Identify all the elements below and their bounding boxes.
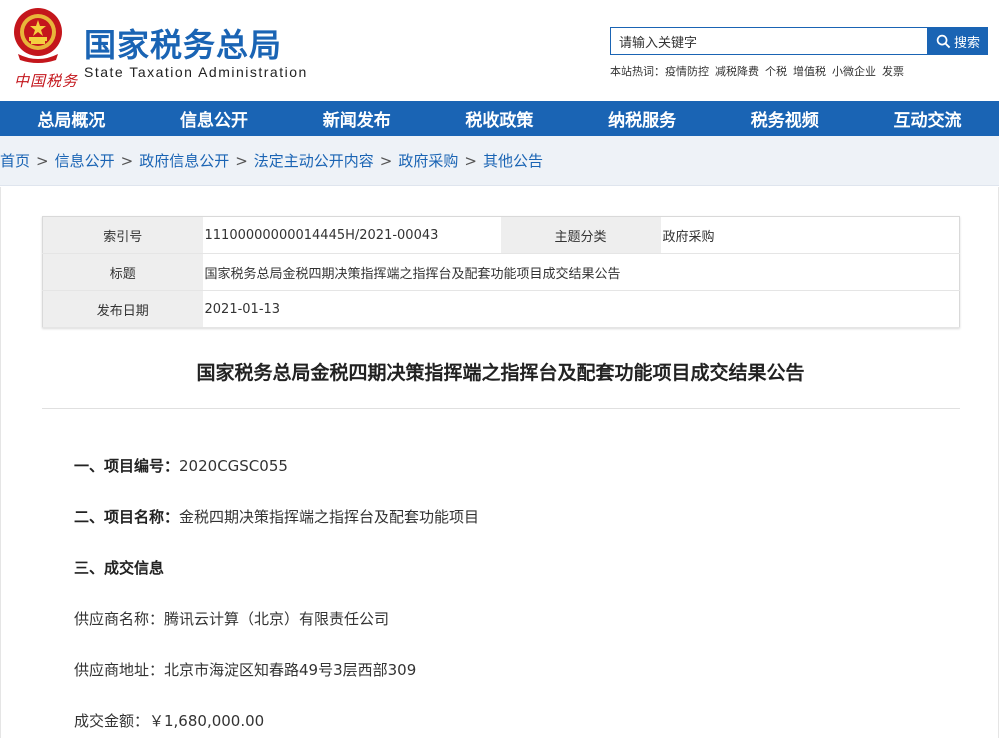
nav-item-taxpayer-service[interactable]: 纳税服务: [571, 101, 714, 136]
deal-info-heading: 三、成交信息: [74, 557, 164, 578]
meta-row: 索引号 11100000000014445H/2021-00043 主题分类 政…: [42, 216, 960, 254]
hot-words: 本站热词： 疫情防控 减税降费 个税 增值税 小微企业 发票: [610, 63, 904, 79]
nav-item-overview[interactable]: 总局概况: [0, 101, 143, 136]
supplier-address: 供应商地址：北京市海淀区知春路49号3层西部309: [74, 661, 417, 679]
meta-row: 发布日期 2021-01-13: [42, 290, 960, 328]
hot-word[interactable]: 疫情防控: [665, 63, 709, 79]
article-title: 国家税务总局金税四期决策指挥端之指挥台及配套功能项目成交结果公告: [196, 362, 805, 384]
site-header: 中国税务 国家税务总局 State Taxation Administratio…: [0, 0, 999, 101]
breadcrumb-separator: >: [36, 151, 49, 170]
project-name: 二、项目名称：金税四期决策指挥端之指挥台及配套功能项目: [74, 506, 479, 527]
breadcrumb: 首页 > 信息公开 > 政府信息公开 > 法定主动公开内容 > 政府采购 > 其…: [0, 136, 999, 186]
hot-word[interactable]: 个税: [765, 63, 787, 79]
hot-word[interactable]: 发票: [882, 63, 904, 79]
breadcrumb-separator: >: [120, 151, 134, 170]
hot-word[interactable]: 小微企业: [832, 63, 876, 79]
nav-item-news[interactable]: 新闻发布: [285, 101, 428, 136]
search-button[interactable]: 搜索: [928, 27, 988, 55]
search-input[interactable]: [610, 27, 928, 55]
project-name-value: 金税四期决策指挥端之指挥台及配套功能项目: [179, 508, 480, 526]
index-value: 11100000000014445H/2021-00043: [202, 216, 501, 254]
deal-amount: 成交金额：￥1,680,000.00: [74, 712, 265, 730]
category-label: 主题分类: [500, 216, 661, 254]
deal-info-heading-text: 三、成交信息: [74, 559, 165, 577]
meta-row: 标题 国家税务总局金税四期决策指挥端之指挥台及配套功能项目成交结果公告: [42, 253, 960, 291]
main-nav: 总局概况 信息公开 新闻发布 税收政策 纳税服务 税务视频 互动交流: [0, 101, 999, 136]
project-number: 一、项目编号：2020CGSC055: [74, 455, 288, 476]
breadcrumb-statutory-content[interactable]: 法定主动公开内容: [254, 150, 374, 171]
project-number-label: 一、项目编号：: [74, 457, 180, 475]
site-title[interactable]: 国家税务总局: [84, 20, 282, 66]
breadcrumb-procurement[interactable]: 政府采购: [398, 150, 458, 171]
article-content: 索引号 11100000000014445H/2021-00043 主题分类 政…: [0, 187, 999, 738]
site-subtitle: State Taxation Administration: [84, 64, 308, 80]
title-label: 标题: [42, 253, 203, 291]
nav-item-info-disclosure[interactable]: 信息公开: [143, 101, 286, 136]
nav-item-interaction[interactable]: 互动交流: [856, 101, 999, 136]
title-value: 国家税务总局金税四期决策指挥端之指挥台及配套功能项目成交结果公告: [202, 253, 960, 291]
project-number-value: 2020CGSC055: [179, 457, 288, 475]
hot-word[interactable]: 增值税: [793, 63, 826, 79]
national-emblem-icon: [14, 8, 62, 63]
breadcrumb-separator: >: [464, 151, 477, 170]
project-name-label: 二、项目名称：: [74, 508, 180, 526]
nav-item-tax-policy[interactable]: 税收政策: [428, 101, 571, 136]
nav-item-tax-video[interactable]: 税务视频: [713, 101, 856, 136]
breadcrumb-separator: >: [235, 151, 248, 170]
divider: [42, 408, 960, 409]
date-value: 2021-01-13: [202, 290, 960, 328]
supplier-name: 供应商名称：腾讯云计算（北京）有限责任公司: [74, 610, 390, 628]
breadcrumb-separator: >: [379, 151, 393, 170]
logo-signature: 中国税务: [14, 72, 79, 90]
breadcrumb-home[interactable]: 首页: [0, 150, 30, 171]
breadcrumb-other-notices[interactable]: 其他公告: [483, 150, 543, 171]
meta-table: 索引号 11100000000014445H/2021-00043 主题分类 政…: [42, 216, 960, 328]
breadcrumb-gov-info[interactable]: 政府信息公开: [139, 150, 229, 171]
hot-words-label: 本站热词：: [610, 65, 665, 78]
category-value: 政府采购: [660, 216, 960, 254]
date-label: 发布日期: [42, 290, 203, 328]
search-button-label: 搜索: [953, 35, 980, 51]
search-icon: [936, 34, 951, 48]
hot-word[interactable]: 减税降费: [715, 63, 759, 79]
breadcrumb-info-disclosure[interactable]: 信息公开: [55, 150, 115, 171]
index-label: 索引号: [42, 216, 203, 254]
